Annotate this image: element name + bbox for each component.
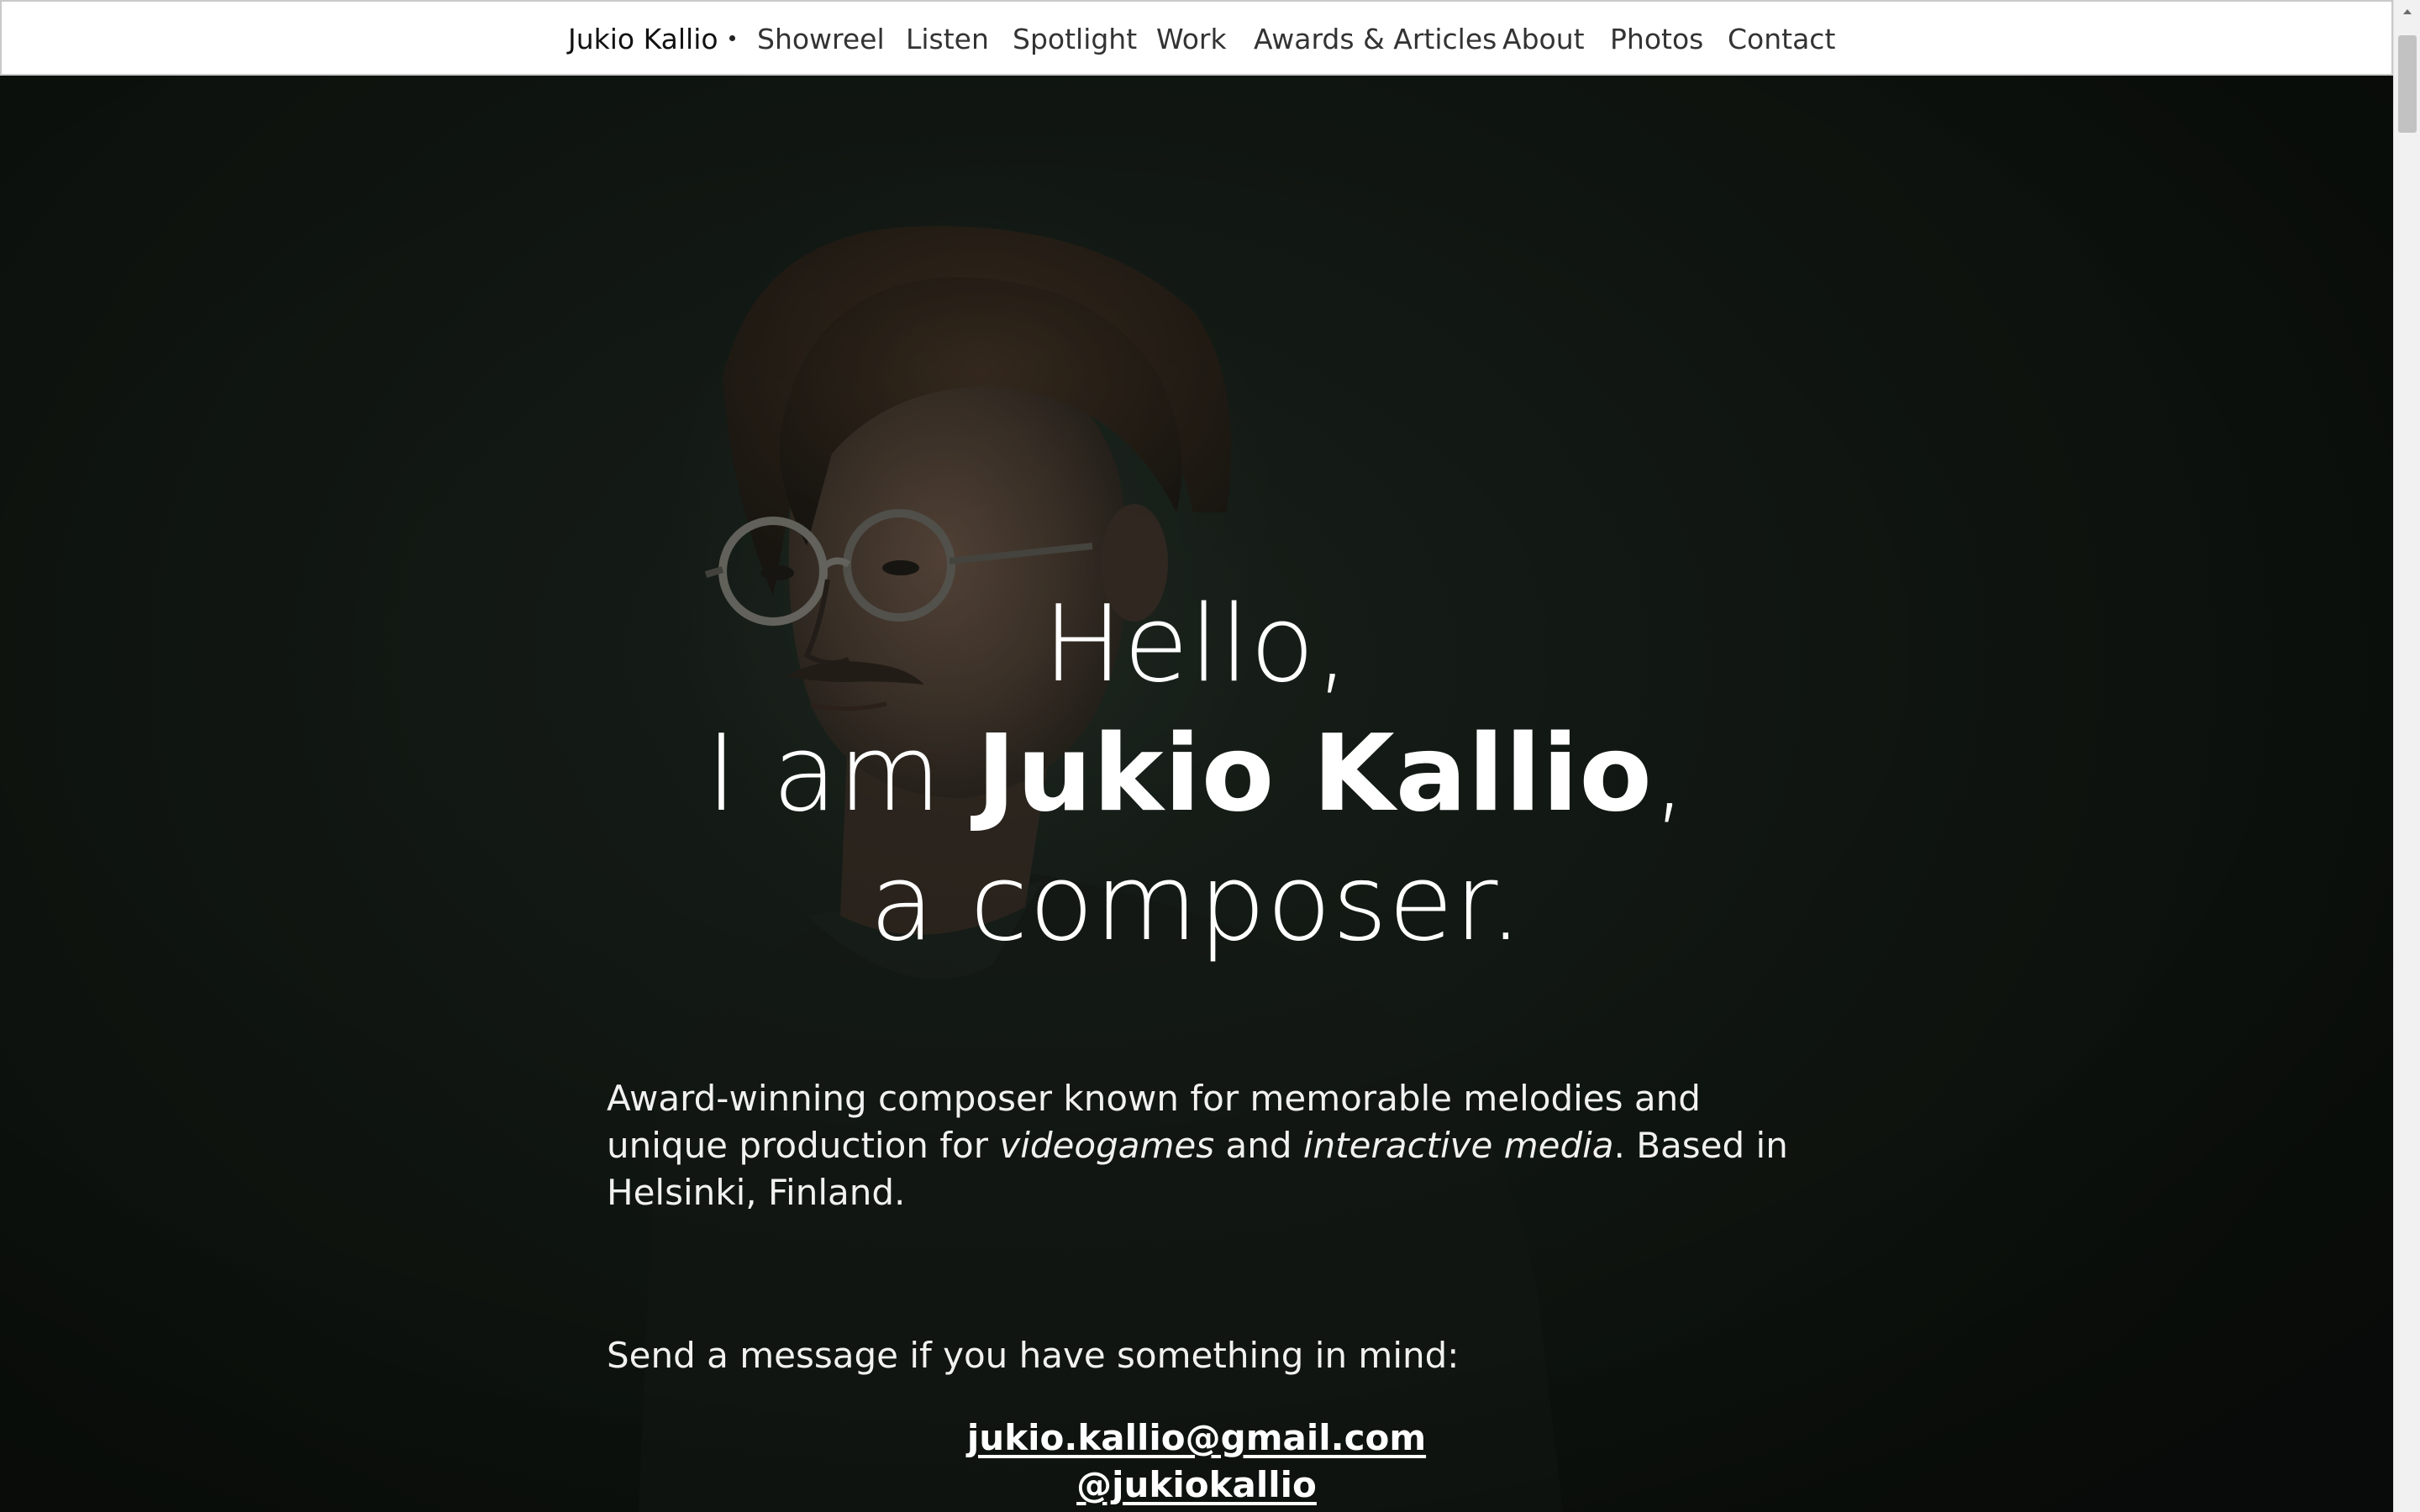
description-part2: and [1214,1125,1303,1166]
nav-item-contact[interactable]: Contact [1728,19,1835,60]
description-interactive-media: interactive media [1302,1125,1614,1166]
nav-item-showreel[interactable]: Showreel [757,19,885,60]
viewport: Jukio Kallio Showreel Listen Spotlight W… [0,0,2393,1512]
nav-item-work[interactable]: Work [1156,19,1227,60]
nav-item-listen[interactable]: Listen [906,19,989,60]
brand-link[interactable]: Jukio Kallio [568,19,718,60]
contact-links: jukio.kallio@gmail.com @jukiokallio [0,1415,2393,1509]
hero-section: Hello, I am Jukio Kallio, a composer. Aw… [0,76,2393,1512]
vertical-scrollbar[interactable] [2393,0,2420,1512]
email-link[interactable]: jukio.kallio@gmail.com [0,1415,2393,1462]
top-navbar: Jukio Kallio Showreel Listen Spotlight W… [0,0,2393,76]
intro-prefix: I am [705,711,977,835]
nav-item-photos[interactable]: Photos [1610,19,1703,60]
scrollbar-thumb[interactable] [2398,35,2417,133]
scroll-up-arrow-icon[interactable] [2394,0,2420,25]
intro-description: Award-winning composer known for memorab… [607,1075,1800,1216]
greeting-line: Hello, [1043,582,1350,706]
intro-line: I am Jukio Kallio, [0,709,2393,838]
nav-item-awards[interactable]: Awards & Articles [1254,19,1497,60]
nav-item-spotlight[interactable]: Spotlight [1013,19,1137,60]
description-videogames: videogames [999,1125,1215,1166]
composer-name: Jukio Kallio [976,711,1653,835]
hero-headline: Hello, I am Jukio Kallio, a composer. [0,580,2393,968]
nav-item-about[interactable]: About [1502,19,1585,60]
intro-suffix: , [1652,711,1688,835]
separator-dot-icon [729,35,735,41]
role-line: a composer. [870,841,1523,964]
message-prompt: Send a message if you have something in … [607,1335,1460,1376]
social-handle-link[interactable]: @jukiokallio [0,1462,2393,1509]
